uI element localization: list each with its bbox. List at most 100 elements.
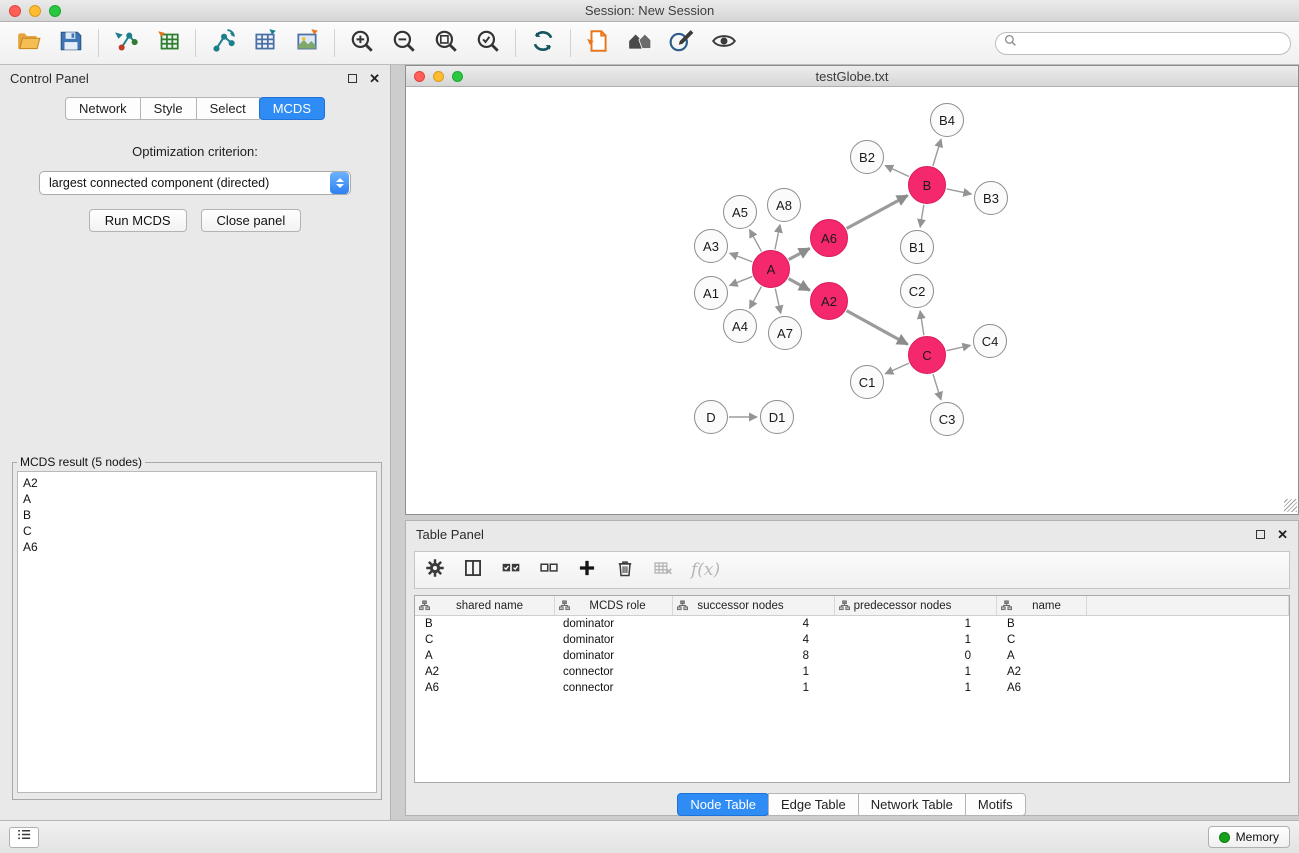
add-column-button[interactable] <box>577 558 597 583</box>
column-header[interactable]: successor nodes <box>673 596 835 615</box>
tab-mcds[interactable]: MCDS <box>259 97 325 120</box>
graph-edge[interactable] <box>847 311 908 345</box>
graph-node-A7[interactable]: A7 <box>768 316 802 350</box>
graph-node-B3[interactable]: B3 <box>974 181 1008 215</box>
table-float-panel-icon[interactable] <box>1256 530 1265 539</box>
tab-select[interactable]: Select <box>196 97 260 120</box>
graph-node-B1[interactable]: B1 <box>900 230 934 264</box>
tab-edge-table[interactable]: Edge Table <box>768 793 859 816</box>
graph-edge[interactable] <box>789 248 810 259</box>
show-hide-button[interactable] <box>703 25 745 61</box>
memory-button[interactable]: Memory <box>1208 826 1290 848</box>
table-row[interactable]: Adominator80A <box>415 648 1289 664</box>
graph-edge[interactable] <box>847 195 908 228</box>
refresh-view-button[interactable] <box>522 25 564 61</box>
export-image-button[interactable] <box>286 25 328 61</box>
graph-edge[interactable] <box>933 139 941 166</box>
tab-node-table[interactable]: Node Table <box>677 793 769 816</box>
graph-edge[interactable] <box>750 287 762 309</box>
graph-edge[interactable] <box>947 345 971 350</box>
table-row[interactable]: Cdominator41C <box>415 632 1289 648</box>
import-network-icon <box>113 28 139 59</box>
graph-node-C3[interactable]: C3 <box>930 402 964 436</box>
graph-edge[interactable] <box>789 279 810 291</box>
function-builder-button[interactable]: f(x) <box>691 560 720 580</box>
import-network-button[interactable] <box>105 25 147 61</box>
graph-node-A[interactable]: A <box>752 250 790 288</box>
graph-node-C1[interactable]: C1 <box>850 365 884 399</box>
close-panel-icon[interactable]: ✕ <box>369 72 380 85</box>
graph-edge[interactable] <box>775 225 780 250</box>
new-network-button[interactable] <box>202 25 244 61</box>
graph-edge[interactable] <box>920 311 924 335</box>
tab-motifs[interactable]: Motifs <box>965 793 1026 816</box>
graph-edge[interactable] <box>885 363 909 374</box>
table-row[interactable]: A2connector11A2 <box>415 664 1289 680</box>
network-canvas[interactable]: B4 B2 B B3 A8 A5 A6 A3 B1 A C2 A1 A2 A4 A7 C4 C C1 D D1 C3 <box>406 87 1298 513</box>
app-titlebar[interactable]: Session: New Session <box>0 0 1299 22</box>
home-button[interactable] <box>619 25 661 61</box>
graph-edge[interactable] <box>730 253 753 262</box>
show-panels-button[interactable] <box>9 827 39 848</box>
resize-handle[interactable] <box>1284 499 1297 512</box>
graph-edge[interactable] <box>775 289 780 314</box>
network-window-titlebar[interactable]: testGlobe.txt <box>406 66 1298 87</box>
column-header[interactable]: name <box>997 596 1087 615</box>
graph-node-C[interactable]: C <box>908 336 946 374</box>
float-panel-icon[interactable] <box>348 74 357 83</box>
node-table[interactable]: shared nameMCDS rolesuccessor nodesprede… <box>414 595 1290 783</box>
graph-node-B2[interactable]: B2 <box>850 140 884 174</box>
tab-style[interactable]: Style <box>140 97 197 120</box>
close-panel-button[interactable]: Close panel <box>201 209 302 232</box>
column-header[interactable]: shared name <box>415 596 555 615</box>
graph-edge[interactable] <box>933 374 941 400</box>
mcds-result-list[interactable]: A2ABCA6 <box>17 471 377 793</box>
optimization-criterion-dropdown[interactable]: largest connected component (directed) <box>39 171 351 195</box>
save-session-button[interactable] <box>50 25 92 61</box>
zoom-in-button[interactable] <box>341 25 383 61</box>
delete-table-button[interactable] <box>653 558 673 583</box>
graph-node-A5[interactable]: A5 <box>723 195 757 229</box>
new-table-button[interactable] <box>244 25 286 61</box>
graph-node-C4[interactable]: C4 <box>973 324 1007 358</box>
graph-node-B[interactable]: B <box>908 166 946 204</box>
graph-edge[interactable] <box>730 276 753 285</box>
search-input[interactable] <box>1022 36 1282 50</box>
open-session-button[interactable] <box>8 25 50 61</box>
graph-edge[interactable] <box>885 165 909 176</box>
graph-node-D[interactable]: D <box>694 400 728 434</box>
tab-network[interactable]: Network <box>65 97 141 120</box>
graph-node-A1[interactable]: A1 <box>694 276 728 310</box>
table-row[interactable]: A6connector11A6 <box>415 680 1289 696</box>
select-all-button[interactable] <box>501 558 521 583</box>
graph-node-A2[interactable]: A2 <box>810 282 848 320</box>
graph-node-A8[interactable]: A8 <box>767 188 801 222</box>
table-close-panel-icon[interactable]: ✕ <box>1277 528 1288 541</box>
graph-node-B4[interactable]: B4 <box>930 103 964 137</box>
deselect-all-button[interactable] <box>539 558 559 583</box>
table-settings-button[interactable] <box>425 558 445 583</box>
annotation-button[interactable] <box>661 25 703 61</box>
show-columns-button[interactable] <box>463 558 483 583</box>
tab-network-table[interactable]: Network Table <box>858 793 966 816</box>
graph-node-A3[interactable]: A3 <box>694 229 728 263</box>
graph-node-D1[interactable]: D1 <box>760 400 794 434</box>
zoom-selected-button[interactable] <box>467 25 509 61</box>
toolbar-search[interactable] <box>995 32 1291 55</box>
column-header[interactable]: MCDS role <box>555 596 673 615</box>
graph-node-A4[interactable]: A4 <box>723 309 757 343</box>
export-document-button[interactable] <box>577 25 619 61</box>
graph-edge[interactable] <box>920 205 924 228</box>
delete-column-button[interactable] <box>615 558 635 583</box>
column-header[interactable]: predecessor nodes <box>835 596 997 615</box>
graph-edge[interactable] <box>947 189 972 194</box>
table-row[interactable]: Bdominator41B <box>415 616 1289 632</box>
graph-edge[interactable] <box>750 230 762 252</box>
zoom-out-button[interactable] <box>383 25 425 61</box>
graph-node-C2[interactable]: C2 <box>900 274 934 308</box>
run-mcds-button[interactable]: Run MCDS <box>89 209 187 232</box>
toolbar-separator <box>195 29 196 57</box>
graph-node-A6[interactable]: A6 <box>810 219 848 257</box>
zoom-fit-button[interactable] <box>425 25 467 61</box>
import-table-button[interactable] <box>147 25 189 61</box>
